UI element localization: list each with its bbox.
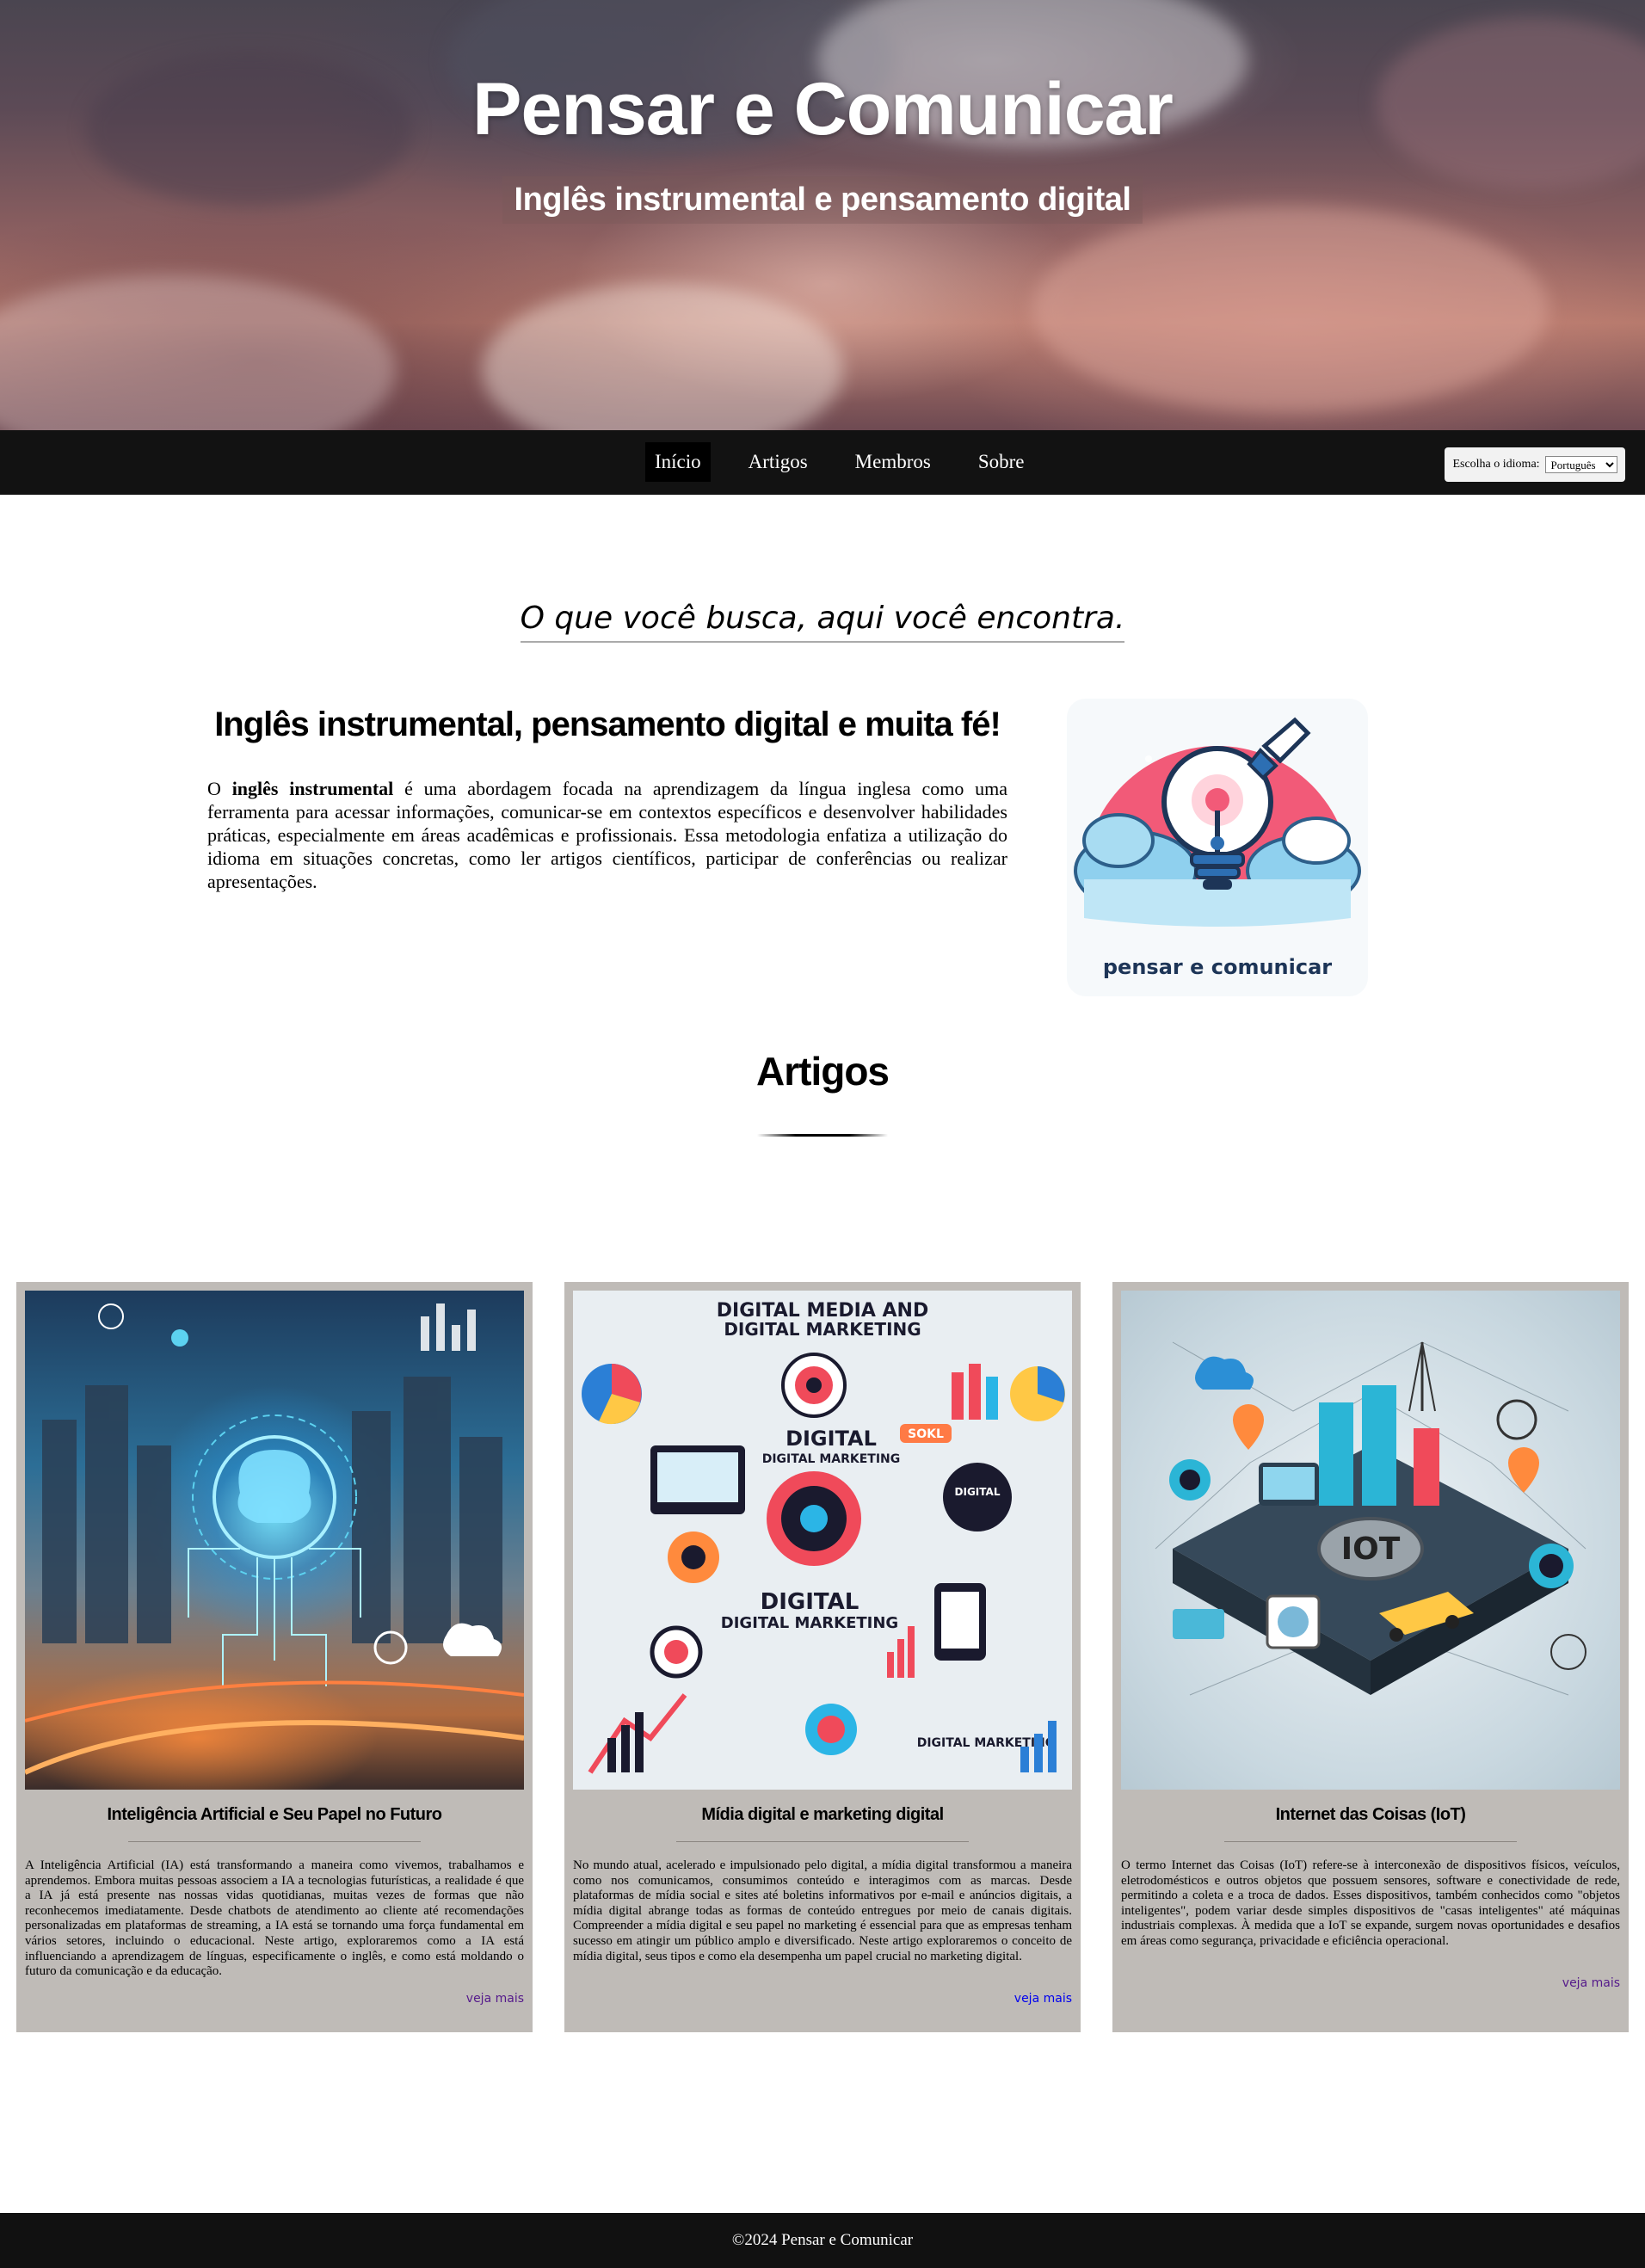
logo-text: pensar e comunicar [1102,955,1333,979]
article-divider [128,1841,421,1842]
hero-cloud [0,275,396,430]
language-selector: Escolha o idioma: Português [1445,447,1625,482]
infographic-word: DIGITAL MARKETING [762,1452,901,1466]
read-more-link[interactable]: veja mais [466,1992,524,2006]
read-more-link[interactable]: veja mais [1562,1976,1620,1990]
infographic-word: DIGITAL [761,1589,859,1615]
article-title: Inteligência Artificial e Seu Papel no F… [107,1805,442,1824]
ai-brain-city-image[interactable] [25,1291,524,1790]
nav-menu: Início Artigos Membros Sobre [645,442,1063,482]
infographic-word: DIGITAL MARKETING [721,1614,898,1632]
nav-item-sobre[interactable]: Sobre [969,442,1034,482]
ai-illustration [25,1303,524,1775]
hero-banner: Pensar e Comunicar Inglês instrumental e… [0,0,1645,430]
article-card: IOT Internet das Coisas (IoT) O termo In… [1112,1282,1629,2032]
language-select[interactable]: Português [1544,456,1617,473]
nav-item-membros[interactable]: Membros [846,442,940,482]
lightbulb-icon [1074,717,1361,927]
article-divider [1224,1841,1517,1842]
footer: ©2024 Pensar e Comunicar [0,2213,1645,2268]
articles-divider [757,1134,888,1137]
intro-paragraph: O inglês instrumental é uma abordagem fo… [207,777,1007,893]
hero-cloud [482,284,843,430]
infographic-word: DIGITAL [786,1427,877,1451]
article-description: No mundo atual, acelerado e impulsionado… [573,1858,1072,1963]
site-subtitle: Inglês instrumental e pensamento digital [502,176,1143,224]
read-more-link[interactable]: veja mais [1014,1992,1072,2006]
nav-item-artigos[interactable]: Artigos [739,442,817,482]
iot-illustration: IOT [1155,1341,1586,1696]
intro-paragraph-prefix: O [207,778,232,799]
articles-heading: Artigos [756,1049,890,1094]
site-title: Pensar e Comunicar [472,68,1174,151]
main-navigation: Início Artigos Membros Sobre [0,430,1645,495]
digital-marketing-infographic-image[interactable]: DIGITAL MEDIA AND DIGITAL MARKETING DIGI… [573,1291,1072,1790]
iot-label: IOT [1341,1532,1401,1567]
digital-marketing-illustration: DIGITAL MEDIA AND DIGITAL MARKETING DIGI… [582,1300,1065,1774]
iot-isometric-city-image[interactable]: IOT [1121,1291,1620,1790]
site-logo: pensar e comunicar [1067,699,1368,996]
article-card: Inteligência Artificial e Seu Papel no F… [16,1282,533,2032]
article-divider [676,1841,969,1842]
nav-item-inicio[interactable]: Início [645,442,711,482]
article-card: DIGITAL MEDIA AND DIGITAL MARKETING DIGI… [564,1282,1081,2032]
infographic-title-2: DIGITAL MARKETING [724,1319,921,1340]
article-title: Mídia digital e marketing digital [701,1805,944,1824]
infographic-word: SOKL [908,1427,944,1441]
intro-heading: Inglês instrumental, pensamento digital … [214,706,1001,743]
article-description: A Inteligência Artificial (IA) está tran… [25,1858,524,1979]
article-description: O termo Internet das Coisas (IoT) refere… [1121,1858,1620,1948]
language-label: Escolha o idioma: [1452,458,1540,471]
intro-paragraph-bold: inglês instrumental [231,778,394,799]
infographic-word: DIGITAL [955,1486,1001,1498]
hero-cloud [1032,206,1549,413]
copyright-text: ©2024 Pensar e Comunicar [731,2231,914,2249]
tagline: O que você busca, aqui você encontra. [520,601,1125,643]
article-title: Internet das Coisas (IoT) [1275,1805,1466,1824]
